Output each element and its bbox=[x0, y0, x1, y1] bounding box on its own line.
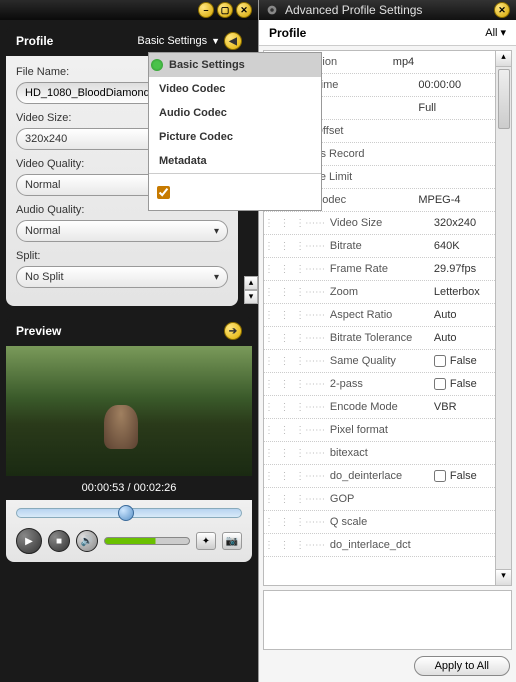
preview-header: Preview ➔ bbox=[6, 316, 252, 346]
prop-pixel-format[interactable]: Pixel format bbox=[264, 419, 495, 442]
split-combo[interactable]: No Split▾ bbox=[16, 266, 228, 288]
settings-dropdown-label[interactable]: Basic Settings bbox=[137, 35, 207, 47]
time-display: 00:00:53 / 00:02:26 bbox=[6, 476, 252, 500]
scroll-down-button[interactable]: ▾ bbox=[244, 290, 258, 304]
prop-bitrate[interactable]: Bitrate640K bbox=[264, 235, 495, 258]
preview-title: Preview bbox=[16, 324, 61, 338]
stop-button[interactable]: ■ bbox=[48, 530, 70, 552]
filter-all-dropdown[interactable]: All▾ bbox=[485, 26, 506, 39]
play-button[interactable]: ▶ bbox=[16, 528, 42, 554]
show-advanced-label: Show Advanced Video Options bbox=[176, 180, 313, 204]
preview-body: 00:00:53 / 00:02:26 ▶ ■ 🔊 ✦ 📷 bbox=[6, 346, 252, 562]
deinterlace-checkbox[interactable] bbox=[434, 470, 446, 482]
gear-icon bbox=[265, 3, 279, 17]
prop-video-size[interactable]: Video Size320x240 bbox=[264, 212, 495, 235]
show-advanced-checkbox[interactable] bbox=[157, 186, 170, 199]
seek-bar[interactable] bbox=[16, 508, 242, 518]
volume-slider[interactable] bbox=[104, 537, 190, 545]
seek-thumb[interactable] bbox=[118, 505, 134, 521]
profile-sub-label: Profile bbox=[269, 26, 306, 40]
prop-2pass[interactable]: 2-passFalse bbox=[264, 373, 495, 396]
left-panel: – ▢ ✕ Profile Basic Settings ▼ ◀ Basic S… bbox=[0, 0, 258, 682]
chevron-down-icon: ▾ bbox=[214, 272, 219, 283]
chevron-down-icon: ▾ bbox=[214, 226, 219, 237]
chevron-down-icon: ▼ bbox=[211, 36, 220, 46]
prop-encode-mode[interactable]: Encode ModeVBR bbox=[264, 396, 495, 419]
menu-item-basic-settings[interactable]: Basic Settings bbox=[149, 53, 321, 77]
audio-quality-combo[interactable]: Normal▾ bbox=[16, 220, 228, 242]
window-titlebar-right: Advanced Profile Settings ✕ bbox=[259, 0, 516, 20]
scroll-up-button[interactable]: ▴ bbox=[244, 276, 258, 290]
volume-icon[interactable]: 🔊 bbox=[76, 530, 98, 552]
split-label: Split: bbox=[16, 250, 228, 262]
same-quality-checkbox[interactable] bbox=[434, 355, 446, 367]
video-thumbnail bbox=[6, 346, 252, 476]
prop-do-interlace-dct[interactable]: do_interlace_dct bbox=[264, 534, 495, 557]
close-button[interactable]: ✕ bbox=[236, 2, 252, 18]
scroll-down-button[interactable]: ▾ bbox=[496, 569, 511, 585]
two-pass-checkbox[interactable] bbox=[434, 378, 446, 390]
prop-zoom[interactable]: ZoomLetterbox bbox=[264, 281, 495, 304]
preview-arrow-button[interactable]: ➔ bbox=[224, 322, 242, 340]
effects-button[interactable]: ✦ bbox=[196, 532, 216, 550]
prop-gop[interactable]: GOP bbox=[264, 488, 495, 511]
scroll-up-button[interactable]: ▴ bbox=[496, 51, 511, 67]
advanced-close-button[interactable]: ✕ bbox=[494, 2, 510, 18]
menu-item-picture-codec[interactable]: Picture Codec bbox=[149, 125, 321, 149]
menu-item-audio-codec[interactable]: Audio Codec bbox=[149, 101, 321, 125]
window-titlebar-left: – ▢ ✕ bbox=[0, 0, 258, 20]
menu-item-video-codec[interactable]: Video Codec bbox=[149, 77, 321, 101]
prop-bitrate-tolerance[interactable]: Bitrate ToleranceAuto bbox=[264, 327, 495, 350]
scroll-thumb[interactable] bbox=[498, 69, 510, 129]
prop-do-deinterlace[interactable]: do_deinterlaceFalse bbox=[264, 465, 495, 488]
settings-dropdown-menu: Basic Settings Video Codec Audio Codec P… bbox=[148, 52, 322, 211]
player-controls: ▶ ■ 🔊 ✦ 📷 bbox=[6, 500, 252, 562]
video-frame[interactable] bbox=[6, 346, 252, 476]
profile-header: Profile Basic Settings ▼ ◀ Basic Setting… bbox=[6, 26, 252, 56]
menu-item-show-advanced[interactable]: Show Advanced Video Options bbox=[149, 174, 321, 210]
advanced-title: Advanced Profile Settings bbox=[285, 3, 488, 17]
prop-same-quality[interactable]: Same QualityFalse bbox=[264, 350, 495, 373]
snapshot-button[interactable]: 📷 bbox=[222, 532, 242, 550]
prop-bitexact[interactable]: bitexact bbox=[264, 442, 495, 465]
profile-subheader: Profile All▾ bbox=[259, 20, 516, 46]
prop-q-scale[interactable]: Q scale bbox=[264, 511, 495, 534]
maximize-button[interactable]: ▢ bbox=[217, 2, 233, 18]
prop-aspect-ratio[interactable]: Aspect RatioAuto bbox=[264, 304, 495, 327]
button-bar: Apply to All bbox=[259, 650, 516, 682]
apply-to-all-button[interactable]: Apply to All bbox=[414, 656, 510, 676]
prop-frame-rate[interactable]: Frame Rate29.97fps bbox=[264, 258, 495, 281]
tree-scrollbar[interactable]: ▴ ▾ bbox=[496, 50, 512, 586]
collapse-arrow-button[interactable]: ◀ bbox=[224, 32, 242, 50]
menu-item-metadata[interactable]: Metadata bbox=[149, 149, 321, 173]
minimize-button[interactable]: – bbox=[198, 2, 214, 18]
chevron-down-icon: ▾ bbox=[500, 26, 506, 39]
description-box bbox=[263, 590, 512, 650]
profile-title: Profile bbox=[16, 34, 53, 48]
